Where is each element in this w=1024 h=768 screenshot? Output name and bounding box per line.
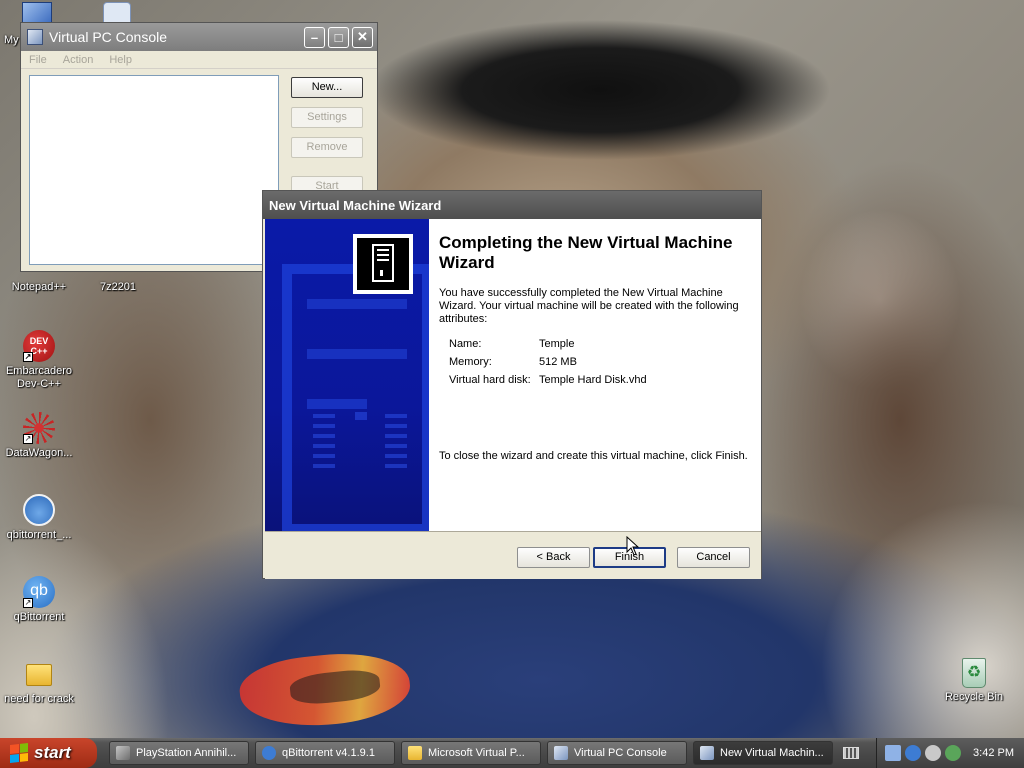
attribute-row: Virtual hard disk: Temple Hard Disk.vhd <box>449 374 647 392</box>
task-label: New Virtual Machin... <box>720 747 824 759</box>
new-virtual-machine-wizard-window[interactable]: New Virtual Machine Wizard Completing th… <box>262 190 762 579</box>
shortcut-arrow-icon: ↗ <box>23 598 33 608</box>
windows-logo-icon <box>10 743 28 763</box>
qbittorrent-tray-icon[interactable] <box>905 745 922 761</box>
wizard-closing-text: To close the wizard and create this virt… <box>439 450 748 462</box>
wizard-button-bar: < Back Finish Cancel <box>265 531 761 579</box>
attribute-label: Name: <box>449 338 482 350</box>
desktop-icon-label: 7z2201 <box>99 281 137 293</box>
desktop-icon-label: DataWagon... <box>5 447 73 459</box>
start-label: start <box>34 743 71 762</box>
desktop-icon-label: need for crack <box>4 693 74 705</box>
datawagon-icon: ↗ <box>23 412 55 444</box>
server-computer-icon <box>353 234 413 294</box>
attribute-label: Memory: <box>449 356 492 368</box>
desktop-icon-need-for-crack[interactable]: need for crack <box>0 658 79 706</box>
keyboard-icon[interactable] <box>843 747 859 759</box>
playstation-icon <box>116 746 130 760</box>
desktop-icon-label: Embarcadero Dev-C++ <box>5 365 73 390</box>
installer-icon <box>23 494 55 526</box>
desktop-icon-qbittorrent[interactable]: qb ↗ qBittorrent <box>0 576 79 624</box>
wizard-side-panel <box>265 219 429 531</box>
desktop-icon-label: qbittorrent_... <box>6 529 72 541</box>
menu-help[interactable]: Help <box>109 54 132 66</box>
folder-icon <box>26 664 52 686</box>
qbittorrent-badge: qb <box>30 582 48 599</box>
desktop-icon-devcpp[interactable]: DEV C++ ↗ Embarcadero Dev-C++ <box>0 330 79 391</box>
desktop-icon-recycle-bin[interactable]: ♻ Recycle Bin <box>934 658 1014 704</box>
wizard-intro-text: You have successfully completed the New … <box>439 287 739 325</box>
attribute-row: Name: Temple <box>449 338 647 356</box>
mouse-cursor-icon <box>626 536 640 556</box>
settings-button[interactable]: Settings <box>291 107 363 128</box>
desktop-icon-label: Recycle Bin <box>944 691 1004 703</box>
virtual-pc-icon <box>554 746 568 760</box>
attribute-row: Memory: 512 MB <box>449 356 647 374</box>
window-title: New Virtual Machine Wizard <box>269 197 442 213</box>
desktop-icon-label: My <box>4 34 19 46</box>
close-button[interactable]: ✕ <box>352 26 373 48</box>
wizard-content: Completing the New Virtual Machine Wizar… <box>439 233 749 463</box>
audio-icon[interactable] <box>925 745 942 761</box>
virtual-machine-list[interactable] <box>29 75 279 265</box>
start-button[interactable]: start <box>0 738 97 768</box>
task-label: Virtual PC Console <box>574 747 667 759</box>
qbittorrent-icon: qb ↗ <box>23 576 55 608</box>
desktop-icon-label: qBittorrent <box>13 611 65 623</box>
back-button[interactable]: < Back <box>517 547 590 568</box>
recycle-bin-icon: ♻ <box>962 658 986 688</box>
attribute-value: 512 MB <box>539 356 577 368</box>
safely-remove-icon[interactable] <box>945 745 962 761</box>
wizard-body: Completing the New Virtual Machine Wizar… <box>265 219 761 531</box>
task-label: Microsoft Virtual P... <box>428 747 525 759</box>
shortcut-arrow-icon: ↗ <box>23 434 33 444</box>
task-virtual-pc-console[interactable]: Virtual PC Console <box>547 741 687 765</box>
maximize-button[interactable]: □ <box>328 26 349 48</box>
menu-file[interactable]: File <box>29 54 47 66</box>
minimize-button[interactable]: – <box>304 26 325 48</box>
task-microsoft-virtual-pc[interactable]: Microsoft Virtual P... <box>401 741 541 765</box>
remove-button[interactable]: Remove <box>291 137 363 158</box>
system-tray: 3:42 PM <box>876 738 1024 768</box>
network-icon[interactable] <box>885 745 902 761</box>
desktop-icon-datawagon[interactable]: ↗ DataWagon... <box>0 412 79 460</box>
virtual-pc-icon <box>27 29 43 45</box>
menu-bar: File Action Help <box>21 51 377 69</box>
title-bar[interactable]: Virtual PC Console – □ ✕ <box>21 23 377 51</box>
task-playstation[interactable]: PlayStation Annihil... <box>109 741 249 765</box>
attribute-value: Temple <box>539 338 575 350</box>
folder-icon <box>408 746 422 760</box>
title-bar[interactable]: New Virtual Machine Wizard <box>263 191 761 219</box>
task-new-virtual-machine-wizard[interactable]: New Virtual Machin... <box>693 741 833 765</box>
attribute-label: Virtual hard disk: <box>449 374 531 386</box>
minimize-icon: – <box>310 29 319 45</box>
menu-action[interactable]: Action <box>63 54 94 66</box>
attribute-value: Temple Hard Disk.vhd <box>539 374 647 386</box>
attributes-table: Name: Temple Memory: 512 MB Virtual hard… <box>449 338 647 392</box>
shortcut-arrow-icon: ↗ <box>23 352 33 362</box>
desktop-icon-label: Notepad++ <box>11 281 67 293</box>
maximize-icon: □ <box>334 29 343 45</box>
task-label: qBittorrent v4.1.9.1 <box>282 747 375 759</box>
window-title: Virtual PC Console <box>49 29 168 45</box>
wizard-heading: Completing the New Virtual Machine Wizar… <box>439 233 733 272</box>
taskbar: start PlayStation Annihil... qBittorrent… <box>0 738 1024 768</box>
clock[interactable]: 3:42 PM <box>973 747 1014 759</box>
close-icon: ✕ <box>357 29 368 44</box>
new-button[interactable]: New... <box>291 77 363 98</box>
task-qbittorrent[interactable]: qBittorrent v4.1.9.1 <box>255 741 395 765</box>
cancel-button[interactable]: Cancel <box>677 547 750 568</box>
virtual-pc-icon <box>700 746 714 760</box>
task-label: PlayStation Annihil... <box>136 747 237 759</box>
qbittorrent-icon <box>262 746 276 760</box>
desktop-icon-qbittorrent-installer[interactable]: qbittorrent_... <box>0 494 79 542</box>
devcpp-icon: DEV C++ ↗ <box>23 330 55 362</box>
